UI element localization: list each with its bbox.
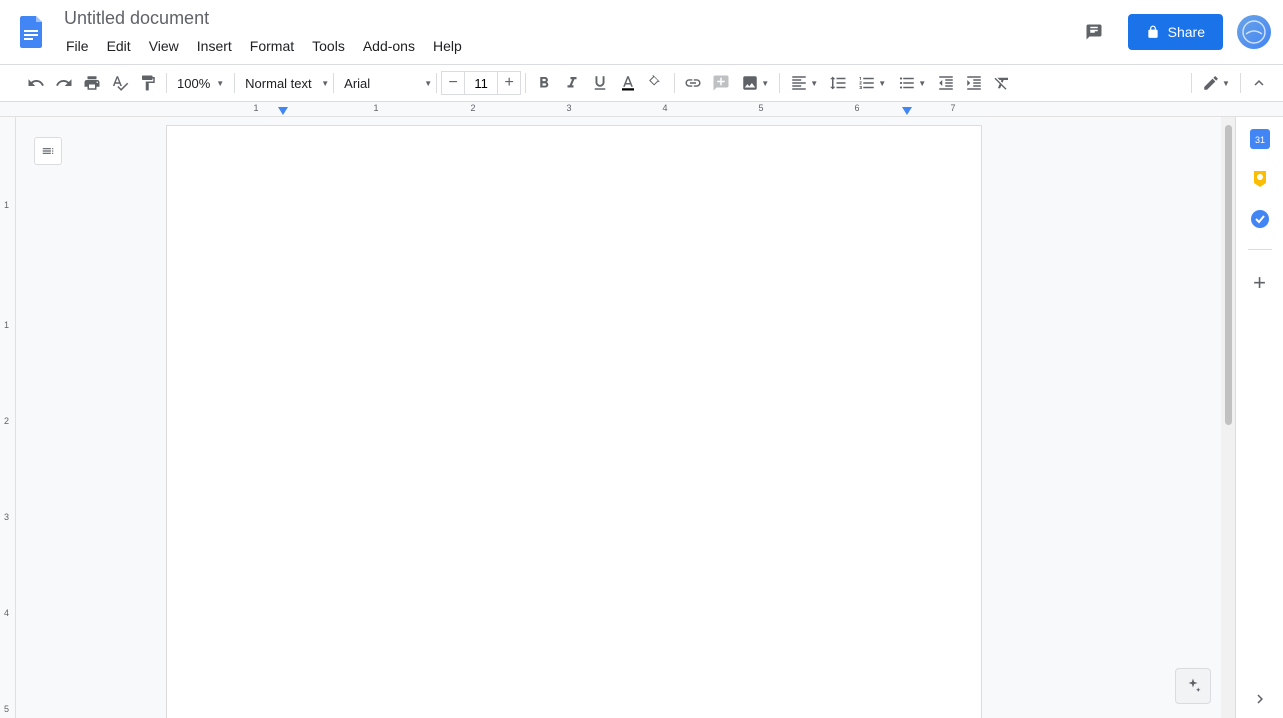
lock-icon [1146,25,1160,39]
chevron-down-icon: ▼ [216,79,224,88]
keep-icon[interactable] [1250,169,1270,189]
separator [525,73,526,93]
zoom-select[interactable]: 100%▼ [171,76,230,91]
decrease-indent-icon[interactable] [932,69,960,97]
chevron-down-icon: ▼ [918,79,926,88]
document-title[interactable]: Untitled document [58,6,1074,31]
scrollbar-thumb[interactable] [1225,125,1232,425]
canvas-area [16,117,1221,718]
font-size-decrease-icon[interactable]: − [441,71,465,95]
menu-tools[interactable]: Tools [304,34,353,58]
document-page[interactable] [166,125,982,718]
font-size-input[interactable] [465,71,497,95]
outline-toggle-icon[interactable] [34,137,62,165]
chevron-down-icon: ▼ [424,79,432,88]
undo-icon[interactable] [22,69,50,97]
menu-help[interactable]: Help [425,34,470,58]
svg-text:31: 31 [1254,135,1264,145]
vertical-scrollbar[interactable] [1221,117,1235,718]
add-addon-icon[interactable]: + [1253,270,1266,296]
highlight-color-icon[interactable] [642,69,670,97]
collapse-toolbar-icon[interactable] [1245,69,1273,97]
menu-insert[interactable]: Insert [189,34,240,58]
menu-edit[interactable]: Edit [99,34,139,58]
align-icon[interactable]: ▼ [784,69,824,97]
chevron-down-icon: ▼ [1222,79,1230,88]
chevron-down-icon: ▼ [810,79,818,88]
calendar-icon[interactable]: 31 [1250,129,1270,149]
menu-format[interactable]: Format [242,34,302,58]
vertical-ruler[interactable]: 1 1 2 3 4 5 [0,117,16,718]
account-avatar[interactable] [1237,15,1271,49]
spellcheck-icon[interactable] [106,69,134,97]
font-size-control: − + [441,71,521,95]
menu-file[interactable]: File [58,34,97,58]
workspace: 1 1 2 3 4 5 31 + [0,117,1283,718]
editing-mode-icon[interactable]: ▼ [1196,69,1236,97]
insert-link-icon[interactable] [679,69,707,97]
header-right: Share [1074,12,1271,52]
separator [333,73,334,93]
numbered-list-icon[interactable]: ▼ [852,69,892,97]
separator [1191,73,1192,93]
share-button[interactable]: Share [1128,14,1223,50]
chevron-down-icon: ▼ [761,79,769,88]
separator [436,73,437,93]
tasks-icon[interactable] [1250,209,1270,229]
text-color-icon[interactable] [614,69,642,97]
title-block: Untitled document File Edit View Insert … [58,6,1074,58]
explore-icon[interactable] [1175,668,1211,704]
toolbar: 100%▼ Normal text▼ Arial▼ − + ▼ ▼ ▼ ▼ ▼ [0,64,1283,102]
separator [674,73,675,93]
bulleted-list-icon[interactable]: ▼ [892,69,932,97]
redo-icon[interactable] [50,69,78,97]
paragraph-style-select[interactable]: Normal text▼ [239,76,329,91]
add-comment-icon[interactable] [707,69,735,97]
menu-addons[interactable]: Add-ons [355,34,423,58]
bold-icon[interactable] [530,69,558,97]
menu-view[interactable]: View [141,34,187,58]
chevron-down-icon: ▼ [321,79,329,88]
increase-indent-icon[interactable] [960,69,988,97]
separator [234,73,235,93]
header: Untitled document File Edit View Insert … [0,0,1283,64]
side-panel: 31 + [1235,117,1283,718]
print-icon[interactable] [78,69,106,97]
clear-formatting-icon[interactable] [988,69,1016,97]
font-family-select[interactable]: Arial▼ [338,76,432,91]
horizontal-ruler[interactable]: 1 1 2 3 4 5 6 7 [0,102,1283,117]
line-spacing-icon[interactable] [824,69,852,97]
side-divider [1248,249,1272,250]
docs-home-icon[interactable] [12,12,52,52]
separator [779,73,780,93]
comments-icon[interactable] [1074,12,1114,52]
font-size-increase-icon[interactable]: + [497,71,521,95]
left-indent-marker[interactable] [278,107,288,117]
menubar: File Edit View Insert Format Tools Add-o… [58,34,1074,58]
chevron-down-icon: ▼ [878,79,886,88]
hide-sidepanel-icon[interactable] [1251,690,1269,708]
underline-icon[interactable] [586,69,614,97]
insert-image-icon[interactable]: ▼ [735,69,775,97]
share-label: Share [1168,24,1205,40]
separator [166,73,167,93]
right-indent-marker[interactable] [902,107,912,117]
italic-icon[interactable] [558,69,586,97]
separator [1240,73,1241,93]
paint-format-icon[interactable] [134,69,162,97]
